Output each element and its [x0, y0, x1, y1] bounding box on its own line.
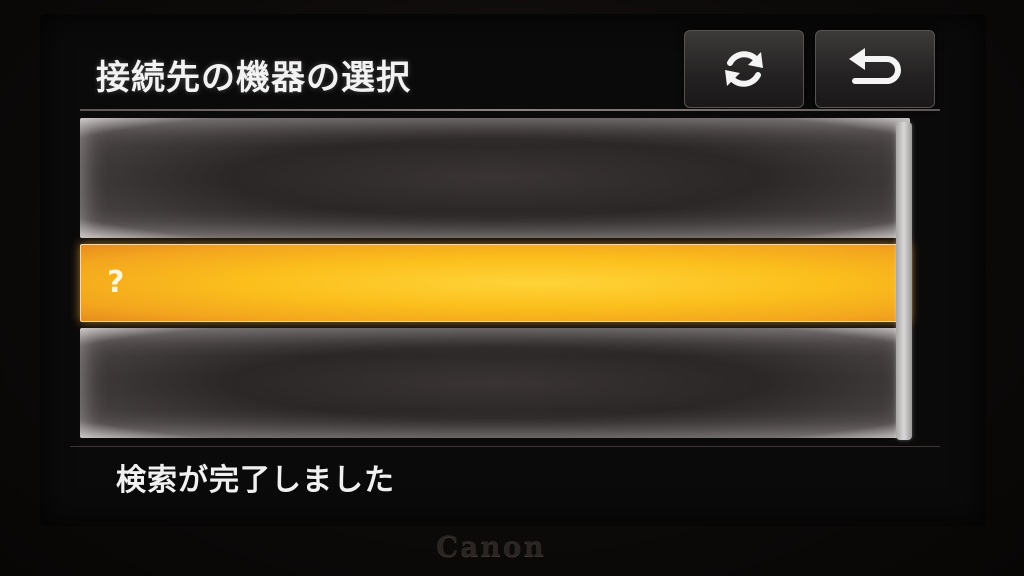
status-bar: 検索が完了しました: [70, 446, 940, 511]
camera-body: 接続先の機器の選択 ? 検索が完了しました Canon: [0, 0, 1024, 576]
list-item[interactable]: [80, 328, 910, 438]
refresh-icon: [717, 42, 771, 96]
refresh-button[interactable]: [684, 30, 804, 108]
back-button[interactable]: [815, 30, 935, 108]
list-item[interactable]: [80, 118, 910, 238]
status-message: 検索が完了しました: [116, 463, 395, 498]
brand-logo: Canon: [436, 530, 546, 563]
back-icon: [843, 45, 907, 93]
page-title: 接続先の機器の選択: [96, 58, 411, 98]
list-item-label: ?: [107, 265, 125, 300]
title-divider: [80, 109, 940, 111]
list-item-selected[interactable]: ?: [80, 244, 910, 322]
device-list: ?: [80, 118, 910, 438]
lcd-screen: 接続先の機器の選択 ? 検索が完了しました: [40, 14, 986, 526]
scrollbar[interactable]: [896, 122, 912, 440]
